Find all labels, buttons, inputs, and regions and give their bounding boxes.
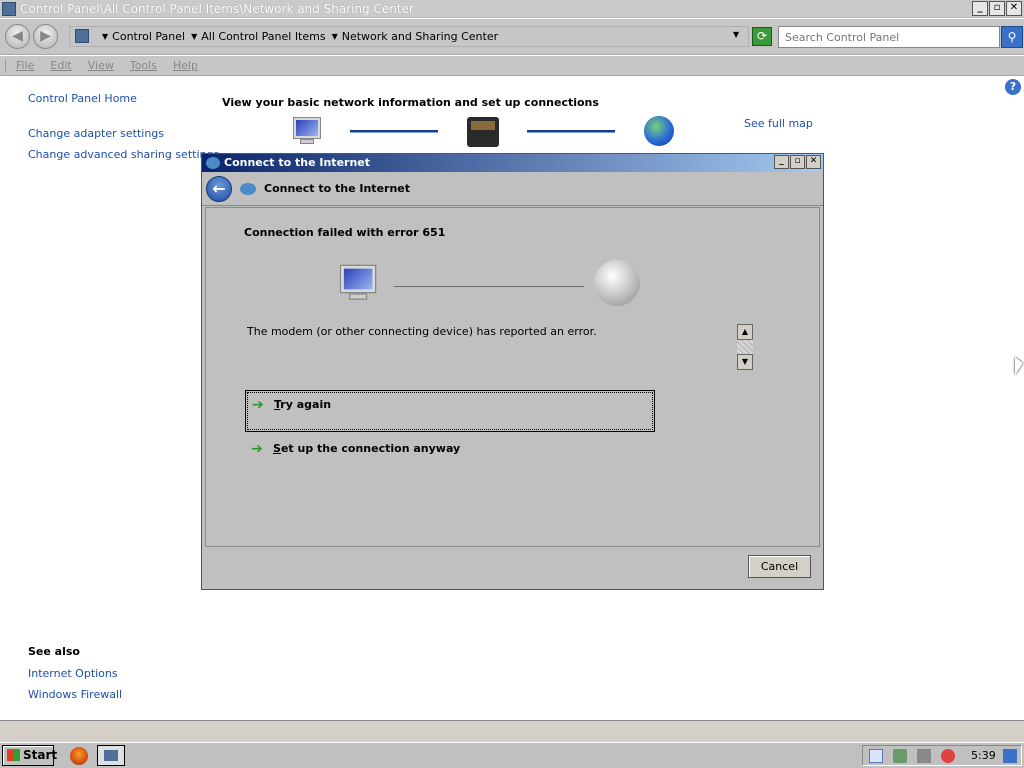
connection-line <box>394 286 584 287</box>
back-button[interactable]: ◀ <box>5 24 30 49</box>
dialog-titlebar: Connect to the Internet _ ▫ ✕ <box>202 154 823 172</box>
clock[interactable]: 5:39 <box>971 749 996 762</box>
menu-bar: File Edit View Tools Help <box>0 56 1024 76</box>
menu-edit[interactable]: Edit <box>50 59 71 72</box>
dialog-minimize-button[interactable]: _ <box>774 155 789 169</box>
arrow-right-icon: ➔ <box>251 441 263 457</box>
see-full-map-link[interactable]: See full map <box>744 117 813 130</box>
close-button[interactable]: ✕ <box>1006 1 1022 16</box>
breadcrumb-control-panel[interactable]: Control Panel <box>112 30 185 43</box>
menu-grip <box>5 59 7 73</box>
scrollbar-track[interactable] <box>737 340 753 354</box>
search-input[interactable] <box>778 26 1000 48</box>
control-panel-icon <box>2 2 16 16</box>
breadcrumb[interactable]: ▼ Control Panel ▼ All Control Panel Item… <box>69 26 749 47</box>
dialog-title: Connect to the Internet <box>224 156 371 169</box>
dialog-close-button[interactable]: ✕ <box>806 155 821 169</box>
sidebar-item-home[interactable]: Control Panel Home <box>28 92 137 105</box>
address-bar: ◀ ▶ ▼ Control Panel ▼ All Control Panel … <box>0 19 1024 55</box>
try-again-label: Try again <box>274 398 332 411</box>
safely-remove-icon[interactable] <box>893 749 907 763</box>
status-bar <box>0 720 1024 742</box>
maximize-button[interactable]: ▫ <box>989 1 1005 16</box>
window-titlebar: Control Panel\All Control Panel Items\Ne… <box>0 0 1024 18</box>
window-title: Control Panel\All Control Panel Items\Ne… <box>20 2 414 16</box>
dialog-header-title: Connect to the Internet <box>264 182 411 195</box>
scroll-down-button[interactable]: ▼ <box>737 354 753 370</box>
mouse-cursor-icon <box>1015 357 1023 375</box>
volume-muted-icon[interactable] <box>941 749 955 763</box>
dialog-maximize-button[interactable]: ▫ <box>790 155 805 169</box>
search-icon[interactable]: ⚲ <box>1001 26 1023 48</box>
setup-anyway-label: Set up the connection anyway <box>273 442 461 455</box>
chevron-down-icon[interactable]: ▼ <box>332 32 338 41</box>
computer-icon <box>336 266 378 302</box>
internet-options-link[interactable]: Internet Options <box>28 667 118 680</box>
back-arrow-icon[interactable]: ← <box>206 176 232 202</box>
scroll-up-button[interactable]: ▲ <box>737 324 753 340</box>
system-tray: 5:39 <box>862 745 1022 766</box>
forward-button[interactable]: ▶ <box>33 24 58 49</box>
network-link-line <box>350 130 438 133</box>
dialog-header: ← Connect to the Internet <box>202 172 823 206</box>
start-label: Start <box>23 748 58 762</box>
sidebar-item-adapter-settings[interactable]: Change adapter settings <box>28 127 164 140</box>
page-title: View your basic network information and … <box>222 96 599 109</box>
computer-icon <box>290 118 322 146</box>
taskbar: Start 5:39 <box>0 742 1024 768</box>
network-icon[interactable] <box>917 749 931 763</box>
dialog-window-controls: _ ▫ ✕ <box>774 155 821 169</box>
minimize-button[interactable]: _ <box>972 1 988 16</box>
internet-globe-icon <box>644 116 674 146</box>
setup-anyway-option[interactable]: ➔ Set up the connection anyway <box>245 435 655 477</box>
taskbar-control-panel-button[interactable] <box>97 745 125 766</box>
cancel-button[interactable]: Cancel <box>748 555 811 578</box>
address-dropdown-icon[interactable]: ▼ <box>733 30 739 39</box>
breadcrumb-all-items[interactable]: All Control Panel Items <box>201 30 325 43</box>
help-icon[interactable]: ? <box>1005 79 1021 95</box>
menu-file[interactable]: File <box>16 59 34 72</box>
document-icon[interactable] <box>869 749 883 763</box>
menu-tools[interactable]: Tools <box>130 59 157 72</box>
menu-help[interactable]: Help <box>173 59 198 72</box>
control-panel-icon <box>75 29 89 43</box>
internet-globe-icon <box>594 260 640 306</box>
error-title: Connection failed with error 651 <box>244 226 446 239</box>
connect-dialog: Connect to the Internet _ ▫ ✕ ← Connect … <box>201 153 824 590</box>
network-icon <box>240 183 256 195</box>
start-button[interactable]: Start <box>2 745 58 766</box>
sidebar-item-advanced-sharing[interactable]: Change advanced sharing settings <box>28 148 219 161</box>
window-controls: _ ▫ ✕ <box>972 1 1022 16</box>
chevron-down-icon[interactable]: ▼ <box>102 32 108 41</box>
firefox-icon[interactable] <box>70 747 88 765</box>
network-icon <box>206 157 220 169</box>
network-link-line <box>527 130 615 133</box>
show-desktop-icon[interactable] <box>1003 749 1017 763</box>
chevron-down-icon[interactable]: ▼ <box>191 32 197 41</box>
try-again-option[interactable]: ➔ Try again <box>245 390 655 432</box>
see-also-title: See also <box>28 645 80 658</box>
breadcrumb-network-sharing[interactable]: Network and Sharing Center <box>342 30 498 43</box>
dialog-content: Connection failed with error 651 The mod… <box>205 207 820 547</box>
error-message: The modem (or other connecting device) h… <box>247 325 597 338</box>
windows-firewall-link[interactable]: Windows Firewall <box>28 688 122 701</box>
refresh-icon[interactable]: ⟳ <box>752 27 772 46</box>
arrow-right-icon: ➔ <box>252 397 264 413</box>
windows-logo-icon <box>7 749 20 761</box>
menu-view[interactable]: View <box>88 59 114 72</box>
router-icon <box>467 117 499 147</box>
